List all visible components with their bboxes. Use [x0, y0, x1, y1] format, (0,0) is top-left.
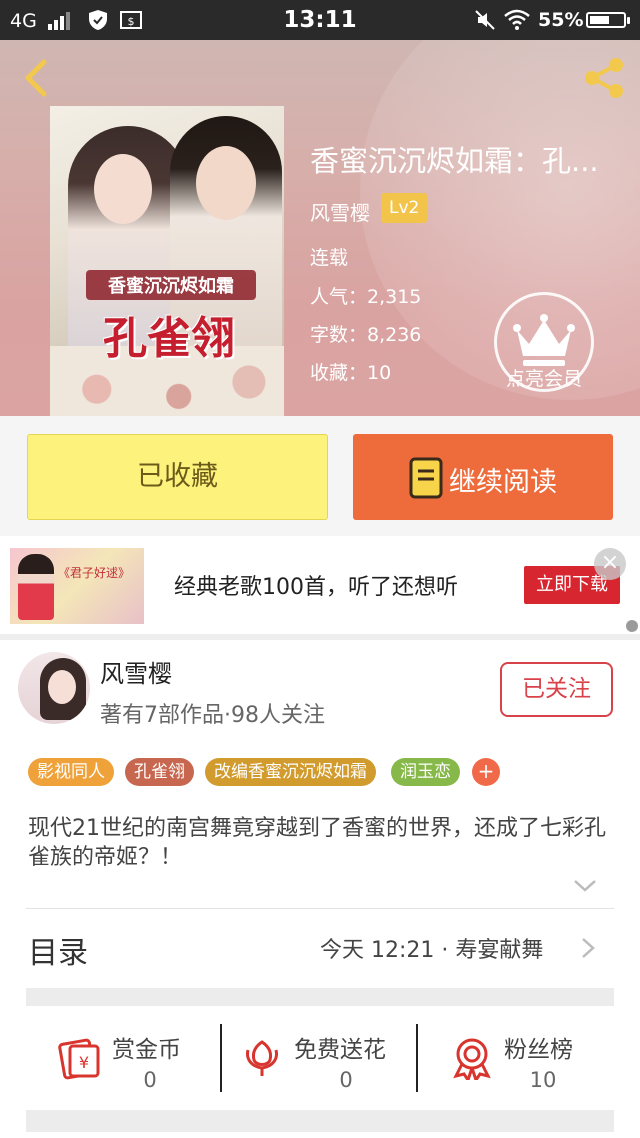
- author-avatar[interactable]: [18, 652, 90, 724]
- vip-label[interactable]: 点亮会员: [480, 364, 608, 391]
- divider: [26, 908, 614, 909]
- book-favorites: 收藏：10: [310, 362, 392, 384]
- tag-chip[interactable]: 影视同人: [28, 758, 114, 786]
- stat-label[interactable]: 免费送花: [294, 1030, 386, 1064]
- book-status: 连载: [310, 247, 349, 269]
- stat-value: 10: [529, 1068, 557, 1092]
- cover-title: 孔雀翎: [103, 313, 235, 364]
- book-author[interactable]: 风雪樱: [310, 197, 370, 226]
- chevron-right-icon[interactable]: [580, 937, 596, 959]
- share-icon[interactable]: [580, 54, 628, 102]
- ad-text: 经典老歌100首，听了还想听: [174, 575, 458, 600]
- section-divider: [0, 634, 640, 640]
- mute-icon: [475, 10, 495, 30]
- follow-button[interactable]: 已关注: [500, 662, 613, 717]
- cover-subtitle: 香蜜沉沉烬如霜: [86, 270, 256, 300]
- book-title: 香蜜沉沉烬如霜：孔...: [310, 144, 599, 178]
- spacer: [26, 1110, 614, 1132]
- author-stats: 著有7部作品·98人关注: [100, 703, 325, 728]
- book-popularity: 人气：2,315: [310, 286, 422, 308]
- favorited-button[interactable]: 已收藏: [27, 434, 328, 520]
- ad-info-icon[interactable]: [626, 620, 638, 632]
- spacer: [26, 988, 614, 1006]
- tag-chip[interactable]: 改编香蜜沉沉烬如霜: [205, 758, 376, 786]
- stat-label[interactable]: 粉丝榜: [504, 1030, 573, 1064]
- status-bar: 4G $ 13:11 55%: [0, 0, 640, 40]
- tag-chip[interactable]: 润玉恋: [391, 758, 460, 786]
- continue-reading-button[interactable]: 继续阅读: [353, 434, 613, 520]
- book-cover[interactable]: 香蜜沉沉烬如霜 孔雀翎: [50, 106, 284, 416]
- continue-reading-label: 继续阅读: [449, 467, 557, 498]
- expand-chevron-icon[interactable]: [572, 878, 598, 894]
- latest-chapter[interactable]: 今天 12:21 · 寿宴献舞: [320, 932, 543, 964]
- back-arrow-icon[interactable]: [18, 58, 54, 98]
- wifi-icon: [504, 9, 530, 30]
- more-tags-button[interactable]: +: [472, 758, 500, 786]
- ad-close-icon[interactable]: ×: [594, 548, 626, 580]
- svg-text:¥: ¥: [79, 1053, 89, 1072]
- flower-icon[interactable]: [240, 1036, 284, 1080]
- stat-value: 0: [143, 1068, 157, 1092]
- red-envelope-icon[interactable]: ¥: [58, 1036, 102, 1080]
- stat-label[interactable]: 赏金币: [112, 1030, 181, 1064]
- book-description: 现代21世纪的南宫舞竟穿越到了香蜜的世界，还成了七彩孔雀族的帝姬？！: [28, 816, 606, 870]
- author-level-badge: Lv2: [381, 193, 428, 223]
- toc-label[interactable]: 目录: [28, 928, 88, 972]
- tag-chip[interactable]: 孔雀翎: [125, 758, 194, 786]
- stat-value: 0: [339, 1068, 353, 1092]
- battery-icon: [586, 12, 630, 28]
- stat-divider: [416, 1024, 418, 1092]
- stat-divider: [220, 1024, 222, 1092]
- ad-thumbnail: 《君子好逑》: [10, 548, 144, 624]
- crown-icon[interactable]: [511, 312, 577, 372]
- ad-thumb-text: 《君子好逑》: [58, 566, 131, 580]
- battery-percent: 55%: [538, 9, 584, 31]
- book-icon: [409, 457, 443, 499]
- book-word-count: 字数：8,236: [310, 324, 422, 346]
- book-header: 香蜜沉沉烬如霜 孔雀翎 香蜜沉沉烬如霜：孔... 风雪樱 Lv2 连载 人气：2…: [0, 40, 640, 416]
- author-name[interactable]: 风雪樱: [100, 654, 172, 689]
- medal-icon[interactable]: [450, 1036, 494, 1080]
